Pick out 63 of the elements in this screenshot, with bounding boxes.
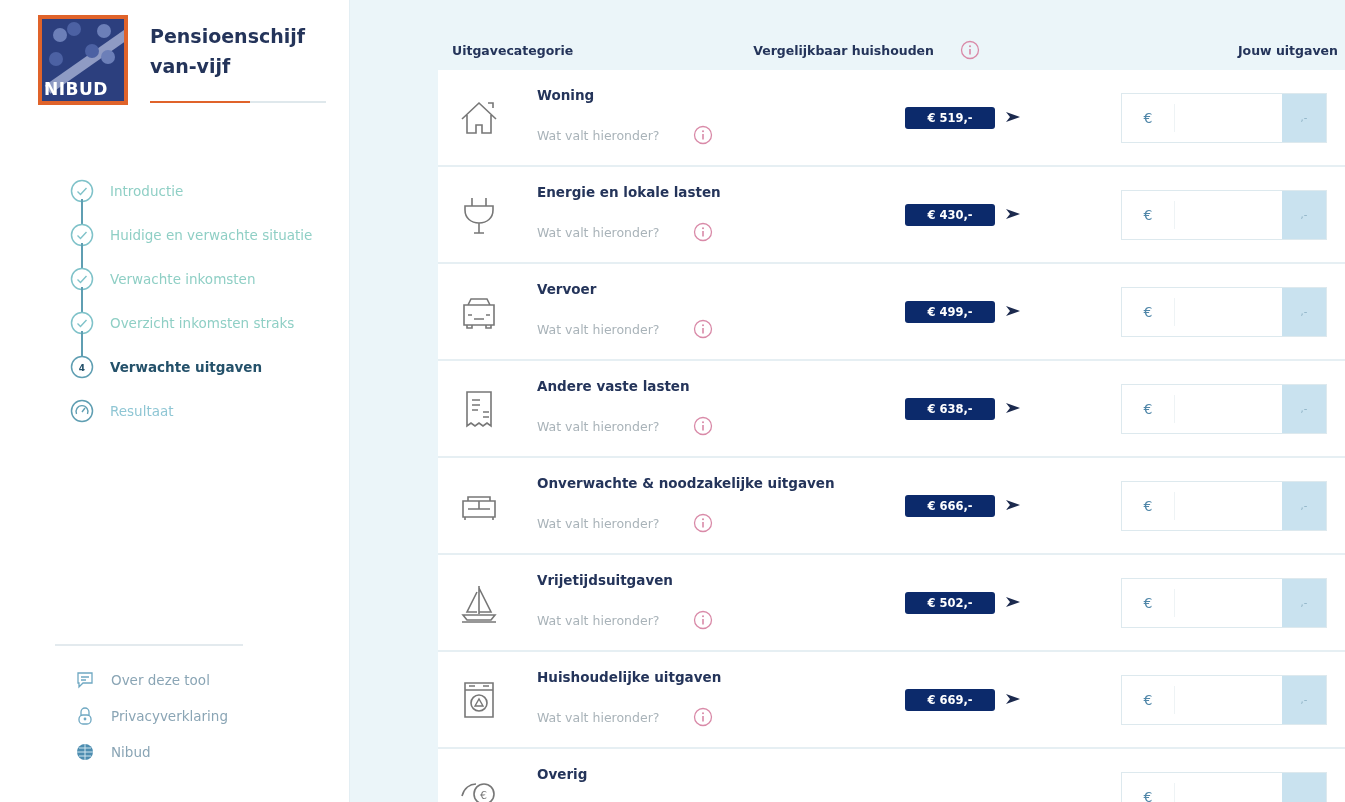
column-header: Vergelijkbaar huishouden (753, 42, 934, 58)
arrow-icon[interactable] (1005, 111, 1021, 123)
globe-icon (75, 742, 95, 762)
category-title: Onverwachte & noodzakelijke uitgaven (537, 475, 836, 491)
help-link[interactable]: Wat valt hieronder? (537, 612, 660, 628)
lock-icon (75, 706, 95, 726)
category-title: Woning (537, 87, 596, 103)
help-link[interactable]: Wat valt hieronder? (537, 418, 660, 434)
amount-badge: € 666,- (905, 494, 995, 517)
arrow-icon[interactable] (1005, 596, 1021, 608)
info-icon[interactable] (693, 707, 714, 727)
arrow-icon[interactable] (1005, 305, 1021, 317)
arrow-icon[interactable] (1005, 693, 1021, 705)
info-icon[interactable] (693, 513, 714, 533)
amount-field[interactable]: € ,- (1121, 92, 1327, 143)
footer-link[interactable]: Privacyverklaring (111, 708, 228, 724)
step-number-icon: 4 (70, 355, 94, 379)
info-icon[interactable] (693, 319, 714, 339)
column-header: Jouw uitgaven (1237, 42, 1339, 58)
arrow-icon[interactable] (1005, 402, 1021, 414)
step-link[interactable]: Resultaat (110, 403, 174, 419)
info-icon[interactable] (693, 610, 714, 630)
step-link[interactable]: Overzicht inkomsten straks (110, 315, 295, 331)
amount-field[interactable]: € ,- (1121, 383, 1327, 434)
category-title: Huishoudelijke uitgaven (537, 669, 723, 685)
nibud-logo[interactable]: NIBUD (38, 15, 128, 105)
category-title: Energie en lokale lasten (537, 184, 722, 200)
help-link[interactable]: Wat valt hieronder? (537, 321, 660, 337)
amount-badge: € 669,- (905, 688, 995, 711)
step-link[interactable]: Huidige en verwachte situatie (110, 227, 313, 243)
info-icon[interactable] (693, 416, 714, 436)
arrow-icon[interactable] (1005, 499, 1021, 511)
amount-badge: € 430,- (905, 203, 995, 226)
info-icon[interactable] (693, 125, 714, 145)
amount-badge: € 638,- (905, 397, 995, 420)
footer-link[interactable]: Nibud (111, 744, 151, 760)
help-link[interactable]: Wat valt hieronder? (537, 515, 660, 531)
help-link[interactable]: Wat valt hieronder? (537, 709, 660, 725)
app-title: Pensioenschijf van-vijf (150, 24, 307, 79)
amount-field[interactable]: € (1121, 771, 1327, 802)
amount-field[interactable]: € ,- (1121, 189, 1327, 240)
help-link[interactable]: Wat valt hieronder? (537, 127, 660, 143)
amount-badge: € 502,- (905, 591, 995, 614)
category-title: Vrijetijdsuitgaven (537, 572, 674, 588)
amount-badge: € 519,- (905, 106, 995, 129)
footer-link[interactable]: Over deze tool (111, 672, 210, 688)
amount-field[interactable]: € ,- (1121, 577, 1327, 628)
info-icon[interactable] (693, 222, 714, 242)
step-link[interactable]: Verwachte inkomsten (110, 271, 256, 287)
arrow-icon[interactable] (1005, 208, 1021, 220)
step-link[interactable]: Verwachte uitgaven (110, 359, 263, 375)
info-icon[interactable] (960, 40, 980, 60)
amount-field[interactable]: € ,- (1121, 674, 1327, 725)
category-title: Vervoer (537, 281, 598, 297)
column-header: Uitgavecategorie (452, 42, 574, 58)
chat-icon (75, 670, 95, 690)
step-link[interactable]: Introductie (110, 183, 184, 199)
amount-badge: € 499,- (905, 300, 995, 323)
category-title: Andere vaste lasten (537, 378, 691, 394)
amount-field[interactable]: € ,- (1121, 286, 1327, 337)
category-title: Overig (537, 766, 589, 782)
help-link[interactable]: Wat valt hieronder? (537, 224, 660, 240)
amount-field[interactable]: € ,- (1121, 480, 1327, 531)
